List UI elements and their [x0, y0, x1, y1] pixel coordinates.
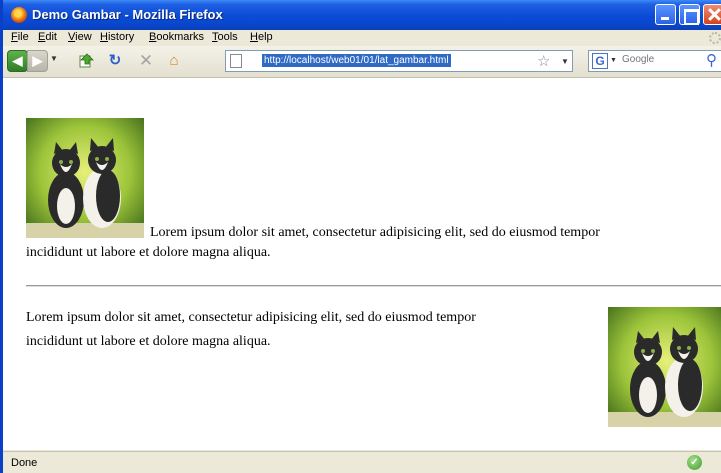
- url-input[interactable]: http://localhost/web01/01/lat_gambar.htm…: [262, 54, 451, 67]
- navigation-toolbar: ◀ ▶ ▼ ↻ ✕ ⌂ http://localhost/web01/01/la…: [3, 46, 721, 78]
- close-button[interactable]: [703, 4, 721, 25]
- search-engine-dropdown-icon[interactable]: ▼: [610, 57, 617, 64]
- menu-bar: File Edit View History Bookmarks Tools H…: [3, 30, 721, 46]
- menu-help[interactable]: Help: [250, 31, 273, 43]
- menu-history[interactable]: History: [100, 31, 134, 43]
- maximize-button[interactable]: [679, 4, 700, 25]
- kittens-image: [26, 118, 144, 238]
- url-bar[interactable]: http://localhost/web01/01/lat_gambar.htm…: [225, 50, 573, 72]
- bookmark-page-icon[interactable]: [78, 53, 94, 69]
- paragraph-1-line-2: incididunt ut labore et dolore magna ali…: [26, 245, 271, 260]
- stop-button[interactable]: ✕: [137, 52, 155, 70]
- throbber-icon: [709, 32, 721, 44]
- url-dropdown-icon[interactable]: ▼: [561, 57, 569, 66]
- window-title: Demo Gambar - Mozilla Firefox: [32, 7, 223, 22]
- star-icon[interactable]: ☆: [537, 52, 550, 70]
- status-text: Done: [11, 457, 38, 469]
- menu-file[interactable]: File: [11, 31, 29, 43]
- firefox-icon: [11, 7, 27, 23]
- page-icon: [230, 54, 242, 68]
- search-icon[interactable]: ⚲: [706, 51, 717, 69]
- history-dropdown-icon[interactable]: ▼: [50, 54, 58, 63]
- menu-edit[interactable]: Edit: [38, 31, 57, 43]
- menu-view[interactable]: View: [68, 31, 92, 43]
- menu-bookmarks[interactable]: Bookmarks: [149, 31, 204, 43]
- search-bar[interactable]: G ▼ ⚲: [588, 50, 721, 72]
- paragraph-2-line-2: incididunt ut labore et dolore magna ali…: [26, 334, 271, 349]
- home-button[interactable]: ⌂: [165, 52, 183, 70]
- menu-tools[interactable]: Tools: [212, 31, 238, 43]
- horizontal-rule: [26, 285, 721, 287]
- kittens-image-right: [608, 307, 721, 427]
- back-button[interactable]: ◀: [7, 50, 28, 72]
- paragraph-1-line-1: Lorem ipsum dolor sit amet, consectetur …: [150, 225, 600, 240]
- minimize-button[interactable]: [655, 4, 676, 25]
- security-check-icon[interactable]: ✓: [687, 455, 702, 470]
- page-content: Lorem ipsum dolor sit amet, consectetur …: [3, 78, 721, 450]
- title-bar[interactable]: Demo Gambar - Mozilla Firefox: [3, 0, 721, 30]
- google-icon[interactable]: G: [592, 53, 608, 69]
- browser-window: Demo Gambar - Mozilla Firefox File Edit …: [0, 0, 721, 473]
- reload-button[interactable]: ↻: [106, 52, 124, 70]
- search-input[interactable]: [622, 54, 702, 65]
- paragraph-2-line-1: Lorem ipsum dolor sit amet, consectetur …: [26, 310, 476, 325]
- status-bar: Done ✓: [3, 451, 721, 473]
- forward-button[interactable]: ▶: [27, 50, 48, 72]
